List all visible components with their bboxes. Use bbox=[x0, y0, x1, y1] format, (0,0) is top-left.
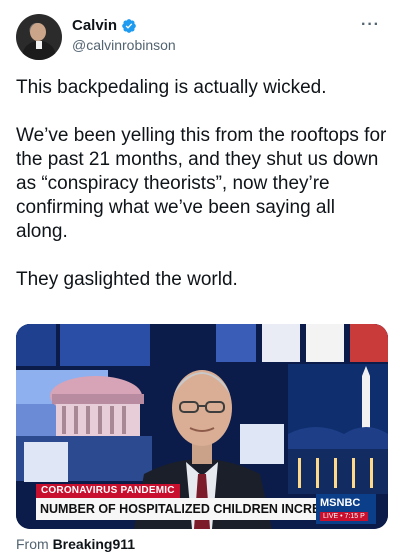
network-logo: MSNBC LIVE • 7:15 P bbox=[316, 494, 376, 524]
avatar[interactable] bbox=[16, 14, 62, 60]
author-handle[interactable]: @calvinrobinson bbox=[72, 37, 176, 53]
tweet-video-media[interactable]: CORONAVIRUS PANDEMIC NUMBER OF HOSPITALI… bbox=[16, 324, 388, 529]
tweet-text: This backpedaling is actually wicked. We… bbox=[16, 76, 388, 292]
network-name: MSNBC bbox=[320, 497, 361, 509]
tweet-header: Calvin @calvinrobinson ··· bbox=[16, 14, 384, 62]
tweet-paragraph: We’ve been yelling this from the rooftop… bbox=[16, 125, 387, 242]
avatar-collar-shape bbox=[36, 41, 42, 49]
lower-third-headline: NUMBER OF HOSPITALIZED CHILDREN INCREASE… bbox=[36, 498, 354, 520]
avatar-face-shape bbox=[30, 23, 46, 41]
tweet-paragraph: They gaslighted the world. bbox=[16, 269, 238, 290]
source-prefix: From bbox=[16, 536, 49, 552]
more-options-icon[interactable]: ··· bbox=[361, 16, 380, 34]
live-badge: LIVE • 7:15 P bbox=[320, 512, 368, 521]
tweet-paragraph: This backpedaling is actually wicked. bbox=[16, 77, 327, 98]
media-source-attribution: From Breaking911 bbox=[16, 536, 135, 552]
source-name-link[interactable]: Breaking911 bbox=[53, 536, 136, 552]
author-display-name[interactable]: Calvin bbox=[72, 17, 117, 34]
verified-badge-icon bbox=[122, 18, 136, 33]
lower-third-tag: CORONAVIRUS PANDEMIC bbox=[36, 484, 180, 498]
author-name-row: Calvin bbox=[72, 17, 137, 34]
